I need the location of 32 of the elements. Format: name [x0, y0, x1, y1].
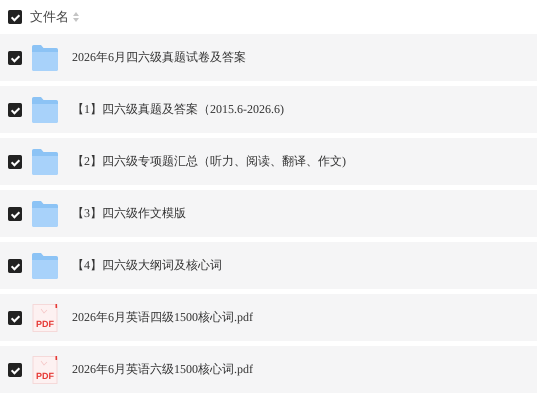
checkbox[interactable] [8, 50, 22, 64]
folder-icon [31, 200, 59, 228]
file-row[interactable]: 【4】四六级大纲词及核心词 [0, 242, 537, 289]
file-name[interactable]: 【1】四六级真题及答案（2015.6-2026.6) [72, 101, 284, 118]
file-row[interactable]: 2026年6月四六级真题试卷及答案 [0, 34, 537, 81]
file-name[interactable]: 2026年6月英语六级1500核心词.pdf [72, 361, 253, 378]
pdf-icon [31, 304, 59, 332]
checkbox[interactable] [8, 154, 22, 168]
folder-icon [31, 252, 59, 280]
folder-icon [31, 96, 59, 124]
pdf-icon [31, 356, 59, 384]
file-type-label: PDF [36, 370, 54, 380]
file-name[interactable]: 【4】四六级大纲词及核心词 [72, 257, 222, 274]
folder-icon [31, 44, 59, 72]
checkbox[interactable] [8, 102, 22, 116]
checkbox[interactable] [8, 310, 22, 324]
file-row[interactable]: PDF 2026年6月英语四级1500核心词.pdf [0, 294, 537, 341]
file-name[interactable]: 2026年6月四六级真题试卷及答案 [72, 49, 246, 66]
file-row[interactable]: 【1】四六级真题及答案（2015.6-2026.6) [0, 86, 537, 133]
file-type-label: PDF [36, 318, 54, 328]
checkbox[interactable] [8, 258, 22, 272]
file-name[interactable]: 【2】四六级专项题汇总（听力、阅读、翻译、作文) [72, 153, 346, 170]
column-header[interactable]: 文件名 [30, 8, 69, 26]
checkbox[interactable] [8, 206, 22, 220]
checkbox[interactable] [8, 10, 22, 24]
file-name[interactable]: 2026年6月英语四级1500核心词.pdf [72, 309, 253, 326]
file-name[interactable]: 【3】四六级作文模版 [72, 205, 186, 222]
file-row[interactable]: 【3】四六级作文模版 [0, 190, 537, 237]
file-row[interactable]: PDF 2026年6月英语六级1500核心词.pdf [0, 346, 537, 393]
checkbox[interactable] [8, 362, 22, 376]
file-row[interactable]: 【2】四六级专项题汇总（听力、阅读、翻译、作文) [0, 138, 537, 185]
folder-icon [31, 148, 59, 176]
